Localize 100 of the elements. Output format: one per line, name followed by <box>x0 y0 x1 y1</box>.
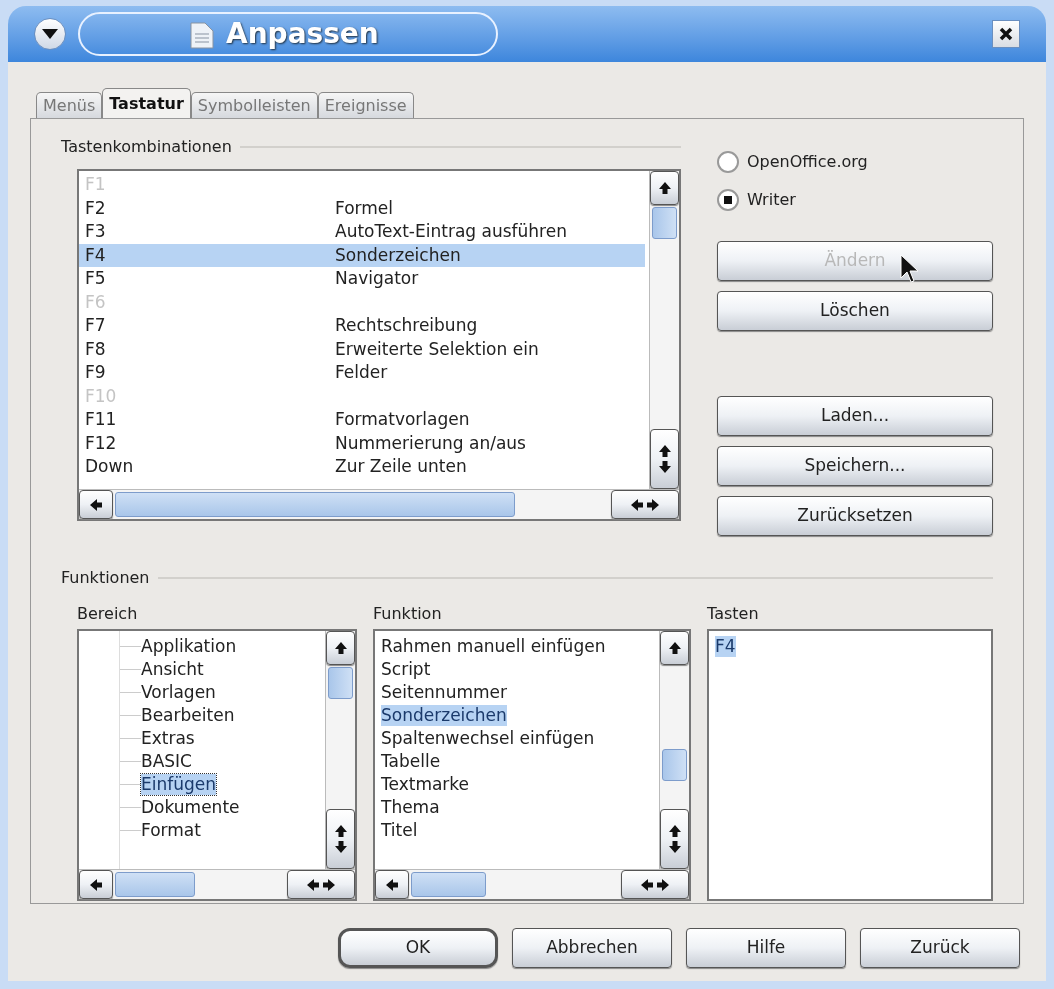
shortcut-command: Formatvorlagen <box>335 409 470 431</box>
horizontal-scrollbar[interactable] <box>79 869 355 899</box>
shortcut-row[interactable]: F7 Rechtschreibung <box>79 314 645 338</box>
arrow-up-icon <box>667 824 682 838</box>
shortcut-key: F2 <box>85 197 335 219</box>
action-button[interactable]: Laden... <box>717 396 993 436</box>
scroll-step-buttons[interactable] <box>650 429 679 489</box>
dialog-button[interactable]: Zurück <box>860 928 1020 968</box>
vertical-scrollbar[interactable] <box>325 631 355 869</box>
scroll-thumb[interactable] <box>115 872 195 897</box>
close-button[interactable] <box>992 20 1020 48</box>
list-item[interactable]: Seitennummer <box>381 682 507 703</box>
list-item[interactable]: F4 <box>715 636 736 657</box>
vertical-scrollbar[interactable] <box>649 171 679 489</box>
scroll-thumb[interactable] <box>328 667 353 699</box>
scroll-step-buttons[interactable] <box>621 870 689 899</box>
scroll-left-button[interactable] <box>79 870 113 899</box>
list-item[interactable]: Applikation <box>141 636 237 657</box>
action-button[interactable]: Zurücksetzen <box>717 496 993 536</box>
radio-button[interactable] <box>717 189 739 211</box>
shortcut-command: Nummerierung an/aus <box>335 432 526 454</box>
scroll-step-buttons[interactable] <box>287 870 355 899</box>
scroll-left-button[interactable] <box>375 870 409 899</box>
scroll-up-button[interactable] <box>326 631 355 665</box>
tab[interactable]: Ereignisse <box>317 92 414 118</box>
list-item[interactable]: Format <box>141 820 201 841</box>
tab[interactable]: Tastatur <box>102 88 191 118</box>
scroll-thumb[interactable] <box>115 492 515 517</box>
shortcut-row[interactable]: F5 Navigator <box>79 267 645 291</box>
vertical-scrollbar[interactable] <box>659 631 689 869</box>
shortcut-row[interactable]: F8 Erweiterte Selektion ein <box>79 337 645 361</box>
list-item[interactable]: Vorlagen <box>141 682 216 703</box>
action-button[interactable]: Löschen <box>717 291 993 331</box>
window-menu-button[interactable] <box>34 18 66 50</box>
radio-label: OpenOffice.org <box>747 151 868 173</box>
radio-button[interactable] <box>717 151 739 173</box>
arrow-up-icon <box>333 641 348 655</box>
scroll-thumb[interactable] <box>652 207 677 239</box>
shortcut-row[interactable]: Down Zur Zeile unten <box>79 455 645 479</box>
list-item[interactable]: Extras <box>141 728 195 749</box>
group-label: Tastenkombinationen <box>61 136 232 158</box>
list-item[interactable]: Dokumente <box>141 797 240 818</box>
arrow-left-icon <box>630 497 644 512</box>
horizontal-scrollbar[interactable] <box>79 489 679 519</box>
arrow-left-icon <box>640 877 654 892</box>
list-item[interactable]: Bearbeiten <box>141 705 235 726</box>
shortcut-key: F9 <box>85 362 335 384</box>
list-item[interactable]: Titel <box>381 820 418 841</box>
close-icon <box>999 27 1013 41</box>
arrow-left-icon <box>385 877 399 892</box>
shortcut-row[interactable]: F9 Felder <box>79 361 645 385</box>
dialog-button[interactable]: Abbrechen <box>512 928 672 968</box>
dialog-button[interactable]: Hilfe <box>686 928 846 968</box>
list-item[interactable]: Textmarke <box>381 774 470 795</box>
list-header: Bereich <box>77 603 139 625</box>
list-item[interactable]: Spaltenwechsel einfügen <box>381 728 595 749</box>
scroll-up-button[interactable] <box>650 171 679 205</box>
shortcut-command: Sonderzeichen <box>335 244 461 266</box>
shortcut-row[interactable]: F12 Nummerierung an/aus <box>79 431 645 455</box>
list-item[interactable]: Script <box>381 659 431 680</box>
list-item[interactable]: Rahmen manuell einfügen <box>381 636 606 657</box>
scroll-left-button[interactable] <box>79 490 113 519</box>
list-item[interactable]: Tabelle <box>381 751 441 772</box>
shortcut-key: F7 <box>85 315 335 337</box>
list-item[interactable]: BASIC <box>141 751 192 772</box>
scroll-step-buttons[interactable] <box>326 809 355 869</box>
mouse-pointer-icon <box>900 254 920 284</box>
shortcut-row[interactable]: F11 Formatvorlagen <box>79 408 645 432</box>
shortcut-row[interactable]: F2 Formel <box>79 196 645 220</box>
shortcut-key: F8 <box>85 338 335 360</box>
arrow-down-icon <box>657 460 672 474</box>
scroll-thumb[interactable] <box>662 749 687 781</box>
shortcut-command: AutoText-Eintrag ausführen <box>335 221 567 243</box>
shortcut-key: F4 <box>85 244 335 266</box>
tab[interactable]: Menüs <box>36 92 103 118</box>
scroll-step-buttons[interactable] <box>660 809 689 869</box>
scroll-thumb[interactable] <box>411 872 486 897</box>
scroll-step-buttons[interactable] <box>611 490 679 519</box>
list-item[interactable]: Thema <box>381 797 440 818</box>
shortcut-command: Felder <box>335 362 388 384</box>
shortcut-key: F10 <box>85 385 335 407</box>
horizontal-scrollbar[interactable] <box>375 869 689 899</box>
shortcut-command: Navigator <box>335 268 419 290</box>
arrow-left-icon <box>89 497 103 512</box>
tab[interactable]: Symbolleisten <box>190 92 318 118</box>
list-item[interactable]: Ansicht <box>141 659 204 680</box>
document-icon <box>190 19 214 49</box>
list-item[interactable]: Sonderzeichen <box>381 705 507 726</box>
list-item[interactable]: Einfügen <box>141 774 217 795</box>
action-button[interactable]: Speichern... <box>717 446 993 486</box>
arrow-down-icon <box>333 840 348 854</box>
shortcut-row[interactable]: F3 AutoText-Eintrag ausführen <box>79 220 645 244</box>
shortcut-key: F1 <box>85 174 335 196</box>
dialog-button[interactable]: OK <box>338 928 498 968</box>
shortcut-command: Erweiterte Selektion ein <box>335 338 539 360</box>
scroll-up-button[interactable] <box>660 631 689 665</box>
window-title: Anpassen <box>226 16 379 52</box>
arrow-up-icon <box>657 444 672 458</box>
shortcut-row[interactable]: F4 Sonderzeichen <box>79 243 645 267</box>
arrow-down-icon <box>667 840 682 854</box>
